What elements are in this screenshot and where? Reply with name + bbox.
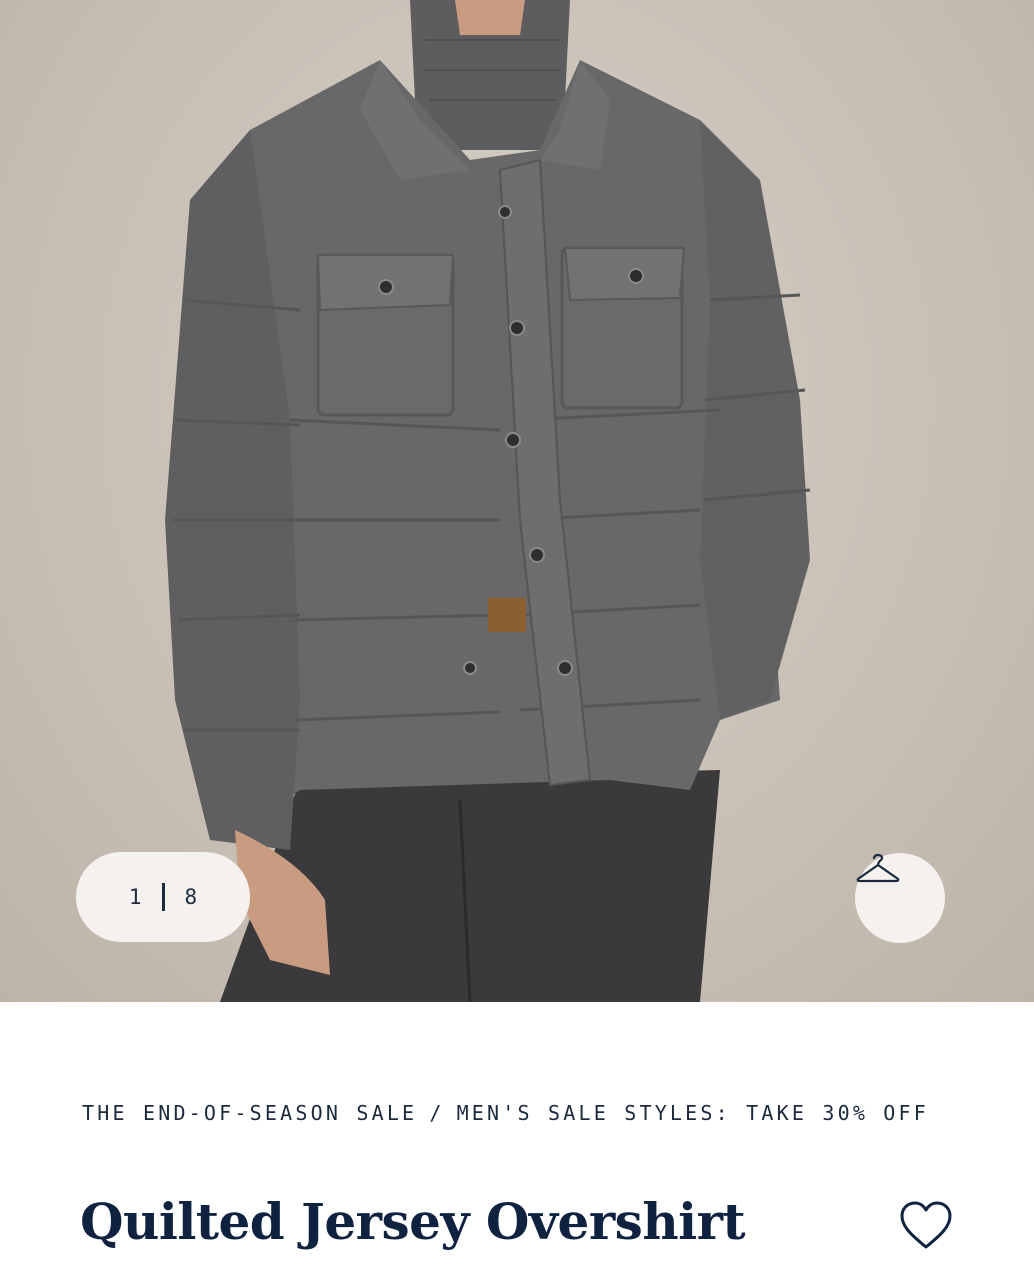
counter-divider (161, 883, 165, 911)
image-counter: 1 8 (76, 852, 250, 942)
breadcrumb: THE END-OF-SEASON SALE / MEN'S SALE STYLES… (82, 1094, 942, 1132)
total-image-count: 8 (184, 885, 198, 909)
heart-icon (900, 1201, 952, 1249)
breadcrumb-separator: / (429, 1101, 445, 1125)
add-to-favorites-button[interactable] (896, 1198, 956, 1254)
current-image-number: 1 (128, 885, 142, 909)
breadcrumb-category[interactable]: THE END-OF-SEASON SALE (82, 1101, 417, 1125)
product-title: Quilted Jersey Overshirt (80, 1192, 746, 1251)
breadcrumb-subcategory[interactable]: MEN'S SALE STYLES: TAKE 30% OFF (457, 1101, 929, 1125)
product-image-gallery[interactable]: 1 8 (0, 0, 1034, 1002)
try-on-button[interactable] (855, 853, 945, 943)
hanger-icon (856, 853, 900, 883)
